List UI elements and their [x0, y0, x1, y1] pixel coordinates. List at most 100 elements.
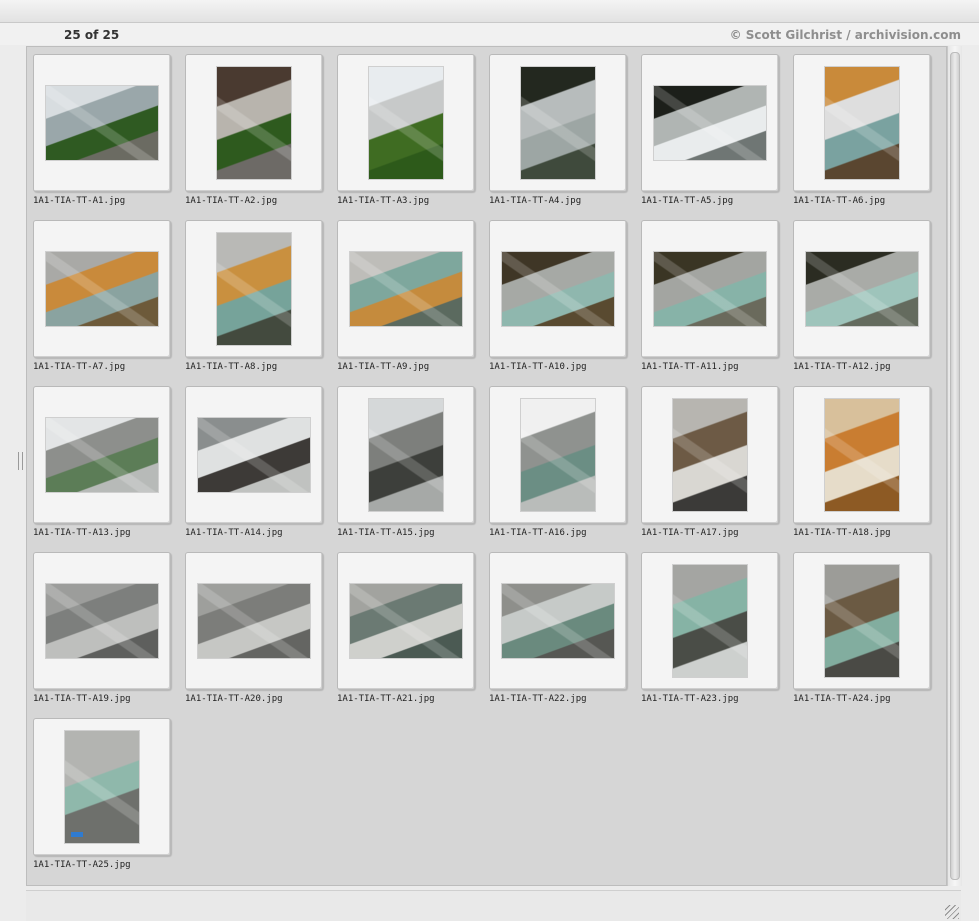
thumbnail-slide[interactable] — [33, 54, 171, 192]
copyright-credit: © Scott Gilchrist / archivision.com — [729, 28, 961, 42]
thumbnail-filename: 1A1-TIA-TT-A8.jpg — [185, 362, 278, 372]
thumbnail-slide[interactable] — [641, 552, 779, 690]
thumbnail-filename: 1A1-TIA-TT-A18.jpg — [793, 528, 891, 538]
thumbnail-image-detail — [521, 399, 595, 511]
thumbnail-filename: 1A1-TIA-TT-A15.jpg — [337, 528, 435, 538]
thumbnail-image — [369, 399, 443, 511]
thumbnail-filename: 1A1-TIA-TT-A23.jpg — [641, 694, 739, 704]
thumbnail-image-detail — [825, 565, 899, 677]
thumbnail-image-detail — [46, 252, 158, 326]
thumbnail-filename: 1A1-TIA-TT-A5.jpg — [641, 196, 734, 206]
splitter-grip[interactable] — [18, 452, 23, 470]
thumbnail-image-detail — [46, 584, 158, 658]
thumbnail-slide[interactable] — [793, 54, 931, 192]
thumbnail-image-detail — [369, 399, 443, 511]
thumbnail-image — [825, 399, 899, 511]
thumbnail-filename: 1A1-TIA-TT-A17.jpg — [641, 528, 739, 538]
thumbnail-slide[interactable] — [337, 386, 475, 524]
thumbnail-image-detail — [350, 584, 462, 658]
thumbnail-image — [46, 86, 158, 160]
thumbnail-filename: 1A1-TIA-TT-A14.jpg — [185, 528, 283, 538]
thumbnail-image — [654, 252, 766, 326]
scroll-thumb[interactable] — [950, 52, 960, 880]
thumbnail-filename: 1A1-TIA-TT-A7.jpg — [33, 362, 126, 372]
thumbnail-image-detail — [198, 584, 310, 658]
vertical-scrollbar[interactable] — [947, 46, 962, 886]
thumbnail-slide[interactable] — [185, 552, 323, 690]
thumbnail-image — [673, 399, 747, 511]
thumbnail-filename: 1A1-TIA-TT-A19.jpg — [33, 694, 131, 704]
thumbnail-slide[interactable] — [337, 220, 475, 358]
thumbnail-image-detail — [502, 252, 614, 326]
thumbnail-slide[interactable] — [185, 54, 323, 192]
thumbnail-image — [198, 584, 310, 658]
thumbnail-slide[interactable] — [185, 220, 323, 358]
thumbnail-image — [46, 252, 158, 326]
thumbnail-grid: 1A1-TIA-TT-A1.jpg 1A1-TIA-TT-A2.jpg 1A1-TI… — [26, 46, 947, 886]
thumbnail-filename: 1A1-TIA-TT-A1.jpg — [33, 196, 126, 206]
thumbnail-image — [502, 252, 614, 326]
window-top-bar — [0, 0, 979, 23]
thumbnail-image-detail — [673, 565, 747, 677]
thumbnail-image — [521, 67, 595, 179]
thumbnail-slide[interactable] — [489, 54, 627, 192]
thumbnail-slide[interactable] — [489, 552, 627, 690]
status-bar — [26, 890, 961, 921]
thumbnail-slide[interactable] — [793, 220, 931, 358]
thumbnail-image-detail — [654, 252, 766, 326]
thumbnail-image-detail — [217, 233, 291, 345]
browser-header: 25 of 25 © Scott Gilchrist / archivision… — [0, 23, 979, 45]
thumbnail-filename: 1A1-TIA-TT-A3.jpg — [337, 196, 430, 206]
thumbnail-slide[interactable] — [489, 220, 627, 358]
resize-handle-icon[interactable] — [945, 905, 959, 919]
thumbnail-slide[interactable] — [337, 54, 475, 192]
thumbnail-slide[interactable] — [489, 386, 627, 524]
thumbnail-image — [673, 565, 747, 677]
thumbnail-image — [369, 67, 443, 179]
thumbnail-filename: 1A1-TIA-TT-A4.jpg — [489, 196, 582, 206]
thumbnail-filename: 1A1-TIA-TT-A12.jpg — [793, 362, 891, 372]
thumbnail-slide[interactable] — [793, 386, 931, 524]
thumbnail-filename: 1A1-TIA-TT-A13.jpg — [33, 528, 131, 538]
thumbnail-image-detail — [825, 399, 899, 511]
thumbnail-image-detail — [65, 731, 139, 843]
thumbnail-image — [521, 399, 595, 511]
thumbnail-image-detail — [521, 67, 595, 179]
thumbnail-image-detail — [350, 252, 462, 326]
thumbnail-filename: 1A1-TIA-TT-A25.jpg — [33, 860, 131, 870]
thumbnail-image — [825, 565, 899, 677]
thumbnail-filename: 1A1-TIA-TT-A16.jpg — [489, 528, 587, 538]
thumbnail-slide[interactable] — [33, 220, 171, 358]
thumbnail-image-detail — [198, 418, 310, 492]
thumbnail-slide[interactable] — [641, 386, 779, 524]
thumbnail-image — [46, 418, 158, 492]
thumbnail-image — [198, 418, 310, 492]
thumbnail-filename: 1A1-TIA-TT-A10.jpg — [489, 362, 587, 372]
image-counter: 25 of 25 — [64, 28, 120, 42]
thumbnail-slide[interactable] — [33, 552, 171, 690]
thumbnail-image-detail — [46, 418, 158, 492]
thumbnail-image — [806, 252, 918, 326]
thumbnail-slide[interactable] — [641, 54, 779, 192]
thumbnail-image — [350, 584, 462, 658]
thumbnail-slide[interactable] — [185, 386, 323, 524]
thumbnail-image-detail — [825, 67, 899, 179]
thumbnail-slide[interactable] — [337, 552, 475, 690]
thumbnail-image — [217, 67, 291, 179]
thumbnail-image — [46, 584, 158, 658]
thumbnail-filename: 1A1-TIA-TT-A20.jpg — [185, 694, 283, 704]
thumbnail-image-detail — [217, 67, 291, 179]
thumbnail-image-detail — [502, 584, 614, 658]
label-tag-icon — [71, 832, 83, 837]
thumbnail-filename: 1A1-TIA-TT-A9.jpg — [337, 362, 430, 372]
thumbnail-filename: 1A1-TIA-TT-A11.jpg — [641, 362, 739, 372]
thumbnail-image-detail — [806, 252, 918, 326]
thumbnail-image — [825, 67, 899, 179]
thumbnail-slide[interactable] — [33, 386, 171, 524]
thumbnail-image-detail — [369, 67, 443, 179]
thumbnail-slide[interactable] — [33, 718, 171, 856]
thumbnail-image-detail — [46, 86, 158, 160]
thumbnail-slide[interactable] — [793, 552, 931, 690]
thumbnail-filename: 1A1-TIA-TT-A22.jpg — [489, 694, 587, 704]
thumbnail-slide[interactable] — [641, 220, 779, 358]
